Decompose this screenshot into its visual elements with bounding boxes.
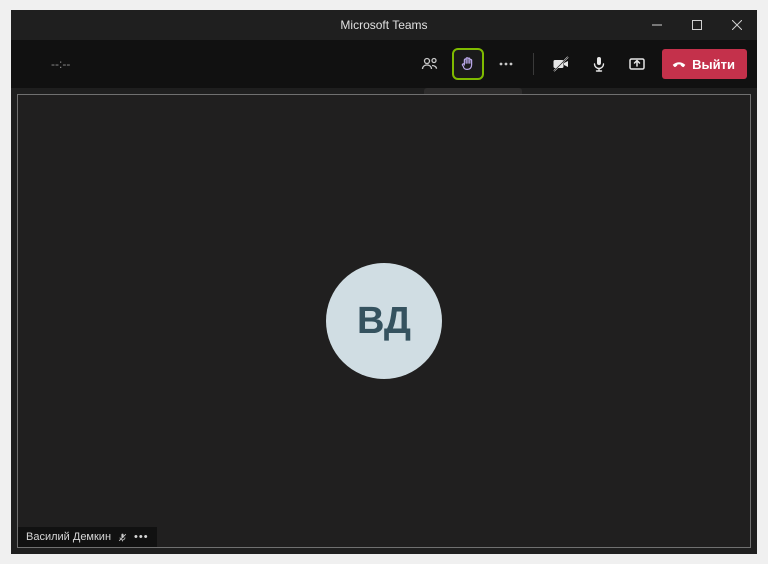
more-icon: [496, 54, 516, 74]
maximize-button[interactable]: [677, 10, 717, 40]
minimize-icon: [652, 20, 662, 30]
call-duration: --:--: [51, 57, 70, 71]
titlebar: Microsoft Teams: [11, 10, 757, 40]
participant-name: Василий Демкин: [26, 531, 111, 543]
share-screen-icon: [627, 54, 647, 74]
hangup-icon: [670, 55, 688, 73]
camera-button[interactable]: [545, 48, 577, 80]
share-screen-button[interactable]: [621, 48, 653, 80]
call-toolbar: --:--: [11, 40, 757, 88]
microphone-button[interactable]: [583, 48, 615, 80]
toolbar-divider: [533, 53, 534, 75]
microphone-icon: [589, 54, 609, 74]
camera-off-icon: [551, 54, 571, 74]
participant-label[interactable]: Василий Демкин •••: [18, 527, 157, 547]
participants-button[interactable]: [414, 48, 446, 80]
maximize-icon: [692, 20, 702, 30]
leave-label: Выйти: [692, 57, 735, 72]
close-icon: [732, 20, 742, 30]
more-actions-button[interactable]: [490, 48, 522, 80]
mic-muted-icon: [117, 532, 128, 543]
avatar-initials: ВД: [357, 300, 411, 343]
participant-more-icon[interactable]: •••: [134, 531, 149, 543]
close-button[interactable]: [717, 10, 757, 40]
people-icon: [420, 54, 440, 74]
raise-hand-button[interactable]: [452, 48, 484, 80]
window-controls: [637, 10, 757, 40]
minimize-button[interactable]: [637, 10, 677, 40]
app-window: Microsoft Teams --:--: [11, 10, 757, 554]
hand-icon: [459, 55, 477, 73]
video-stage: ВД Василий Демкин •••: [17, 94, 751, 548]
participant-avatar: ВД: [326, 263, 442, 379]
leave-button[interactable]: Выйти: [662, 49, 747, 79]
